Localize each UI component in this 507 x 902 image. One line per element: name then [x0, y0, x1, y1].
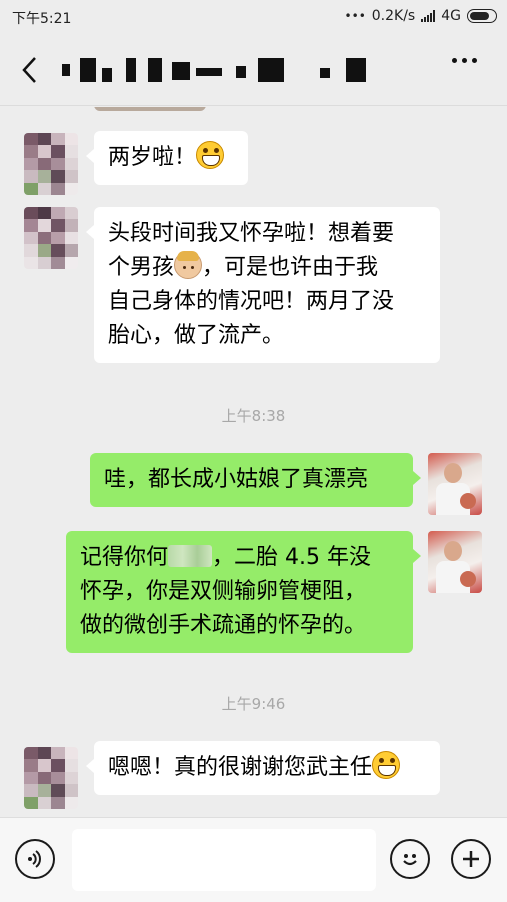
avatar-child	[460, 493, 476, 509]
message-text: 个男孩	[108, 255, 175, 280]
voice-button[interactable]	[15, 839, 55, 879]
status-dots: •••	[344, 9, 366, 23]
chat-header	[0, 34, 507, 106]
smiley-icon	[403, 854, 417, 866]
back-button[interactable]	[14, 52, 44, 88]
network-type: 4G	[441, 8, 461, 24]
status-right: ••• 0.2K/s 4G	[345, 8, 497, 24]
status-bar: 下午5:21 ••• 0.2K/s 4G	[0, 0, 507, 34]
message-bubble-outgoing[interactable]: 哇，都长成小姑娘了真漂亮	[90, 453, 421, 507]
chat-title-redacted	[62, 58, 382, 82]
message-text: 怀孕，你是双侧输卵管梗阻，	[80, 579, 367, 604]
contact-avatar[interactable]	[24, 207, 78, 269]
avatar-face	[444, 463, 462, 483]
status-time: 下午5:21	[12, 11, 72, 27]
message-text: 两岁啦！	[108, 145, 197, 170]
my-avatar[interactable]	[428, 531, 482, 593]
message-text: 做的微创手术疏通的怀孕的。	[80, 613, 367, 638]
input-bar	[0, 817, 507, 902]
boy-face-icon	[174, 251, 203, 279]
redacted-name	[168, 545, 213, 567]
message-text: 嗯嗯！真的很谢谢您武主任	[108, 755, 373, 780]
contact-avatar[interactable]	[24, 133, 78, 195]
message-text: 自己身体的情况吧！两月了没	[108, 289, 395, 314]
more-dot	[452, 58, 457, 63]
more-button[interactable]	[452, 58, 477, 63]
message-text: 头段时间我又怀孕啦！想着要	[108, 221, 395, 246]
plus-icon	[463, 851, 479, 867]
emoji-button[interactable]	[390, 839, 430, 879]
message-input[interactable]	[72, 829, 376, 891]
message-text: ，可是也许由于我	[202, 255, 379, 280]
chat-area[interactable]: 两岁啦！ 头段时间我又怀孕啦！想着要 个男孩 ，可是也许由于我 自己身体的情况吧！…	[0, 107, 507, 817]
message-text: ，二胎 4.5 年没	[212, 545, 371, 570]
grinning-face-icon	[372, 751, 401, 779]
avatar-face	[444, 541, 462, 561]
battery-icon	[467, 9, 497, 23]
contact-avatar[interactable]	[24, 747, 78, 809]
message-bubble-incoming[interactable]: 嗯嗯！真的很谢谢您武主任	[86, 741, 440, 795]
message-bubble-outgoing[interactable]: 记得你何 ，二胎 4.5 年没 怀孕，你是双侧输卵管梗阻， 做的微创手术疏通的怀孕…	[66, 531, 421, 653]
timestamp: 上午9:46	[221, 695, 286, 713]
plus-button[interactable]	[451, 839, 491, 879]
image-message-partial[interactable]	[94, 107, 206, 111]
message-text: 胎心，做了流产。	[108, 323, 285, 348]
network-speed: 0.2K/s	[371, 8, 416, 24]
signal-icon	[421, 10, 436, 22]
my-avatar[interactable]	[428, 453, 482, 515]
message-bubble-incoming[interactable]: 两岁啦！	[86, 131, 248, 185]
more-dot	[462, 58, 467, 63]
avatar-child	[460, 571, 476, 587]
more-dot	[472, 58, 477, 63]
message-bubble-incoming[interactable]: 头段时间我又怀孕啦！想着要 个男孩 ，可是也许由于我 自己身体的情况吧！两月了没 …	[86, 207, 440, 363]
timestamp: 上午8:38	[221, 407, 286, 425]
grinning-face-icon	[196, 141, 225, 169]
message-text: 记得你何	[80, 545, 169, 570]
voice-icon	[28, 850, 41, 868]
chevron-left-icon	[22, 57, 36, 83]
message-text: 哇，都长成小姑娘了真漂亮	[104, 467, 369, 492]
